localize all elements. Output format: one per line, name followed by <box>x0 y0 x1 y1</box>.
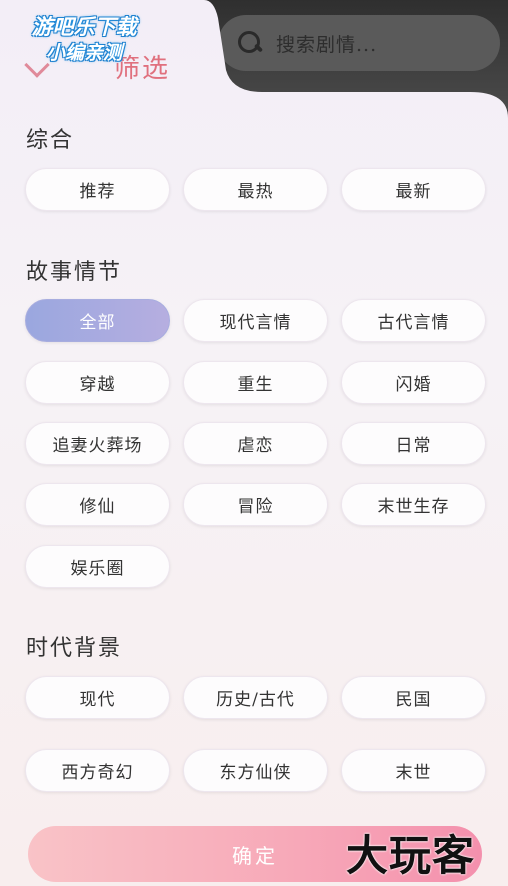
chip-ancient-romance[interactable]: 古代言情 <box>341 299 486 342</box>
chip-eastern-xianxia[interactable]: 东方仙侠 <box>183 749 328 792</box>
chip-modern[interactable]: 现代 <box>25 676 170 719</box>
section-title-era: 时代背景 <box>26 636 123 661</box>
chip-flash-marriage[interactable]: 闪婚 <box>341 361 486 404</box>
chip-adventure[interactable]: 冒险 <box>183 483 328 526</box>
chip-hottest[interactable]: 最热 <box>183 168 328 211</box>
watermark-logo: 游吧乐下载 小编亲测 <box>14 14 154 66</box>
watermark-line2: 小编亲测 <box>45 42 122 64</box>
watermark-line1: 游吧乐下载 <box>31 15 137 39</box>
chip-tormented-love[interactable]: 虐恋 <box>183 422 328 465</box>
chip-western-fantasy[interactable]: 西方奇幻 <box>25 749 170 792</box>
chip-recommend[interactable]: 推荐 <box>25 168 170 211</box>
search-placeholder: 搜索剧情... <box>276 33 378 56</box>
chip-cultivation[interactable]: 修仙 <box>25 483 170 526</box>
search-icon <box>236 29 264 57</box>
chip-history-ancient[interactable]: 历史/古代 <box>183 676 328 719</box>
chip-entertainment[interactable]: 娱乐圈 <box>25 545 170 588</box>
search-bar[interactable]: 搜索剧情... <box>218 15 500 71</box>
section-title-comprehensive: 综合 <box>26 128 75 153</box>
chip-rebirth[interactable]: 重生 <box>183 361 328 404</box>
chip-all[interactable]: 全部 <box>25 299 170 342</box>
section-title-plot: 故事情节 <box>26 260 123 285</box>
chip-wife-chasing[interactable]: 追妻火葬场 <box>25 422 170 465</box>
chip-doomsday[interactable]: 末世 <box>341 749 486 792</box>
chip-daily-life[interactable]: 日常 <box>341 422 486 465</box>
brand-watermark: 大玩客 <box>346 831 476 880</box>
chip-modern-romance[interactable]: 现代言情 <box>183 299 328 342</box>
chip-newest[interactable]: 最新 <box>341 168 486 211</box>
chip-republic[interactable]: 民国 <box>341 676 486 719</box>
chip-time-travel[interactable]: 穿越 <box>25 361 170 404</box>
chip-apocalypse-survival[interactable]: 末世生存 <box>341 483 486 526</box>
